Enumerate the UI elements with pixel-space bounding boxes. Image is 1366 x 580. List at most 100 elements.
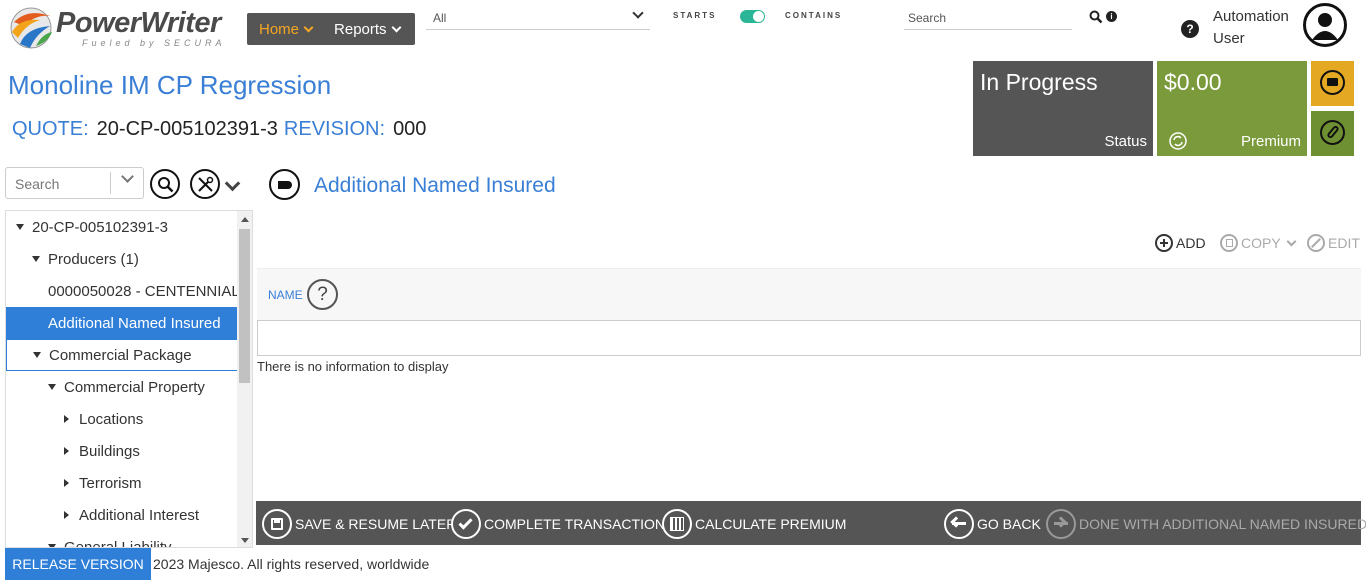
tree-item-label: Producers (1) — [48, 250, 139, 268]
checkmark-icon — [451, 509, 481, 539]
tree-item-label: Buildings — [79, 442, 140, 460]
tree-item-label: Terrorism — [79, 474, 142, 492]
calculate-premium-button[interactable]: CALCULATE PREMIUM — [662, 509, 846, 539]
tools-icon — [198, 176, 214, 192]
complete-transaction-button[interactable]: COMPLETE TRANSACTION — [451, 509, 665, 539]
tree-item-label: 20-CP-005102391-3 — [32, 218, 168, 236]
chevron-down-icon[interactable] — [224, 175, 241, 192]
tree-item-label: Additional Interest — [79, 506, 200, 524]
logo-text: PowerWriter — [56, 7, 221, 39]
tree-item[interactable]: Commercial Property — [6, 371, 238, 403]
premium-label: Premium — [1240, 133, 1301, 150]
release-version-button[interactable]: RELEASE VERSION — [5, 548, 151, 580]
search-scope-select[interactable]: All — [426, 7, 650, 30]
tree-item-label: Additional Named Insured — [48, 314, 221, 332]
grid-filter-row[interactable] — [257, 320, 1361, 356]
tree-item[interactable]: Additional Named Insured — [6, 307, 238, 339]
done-with-section-button[interactable]: DONE WITH ADDITIONAL NAMED INSURED — [1046, 509, 1366, 539]
copyright-text: 2023 Majesco. All rights reserved, world… — [153, 556, 430, 572]
tree-item[interactable]: Locations — [6, 403, 238, 435]
caret-right-icon[interactable] — [64, 415, 69, 423]
page-title: Monoline IM CP Regression — [8, 70, 332, 100]
paperclip-icon — [1320, 120, 1345, 145]
revision-label: REVISION: — [283, 118, 386, 140]
notes-button[interactable] — [1311, 61, 1354, 106]
info-icon[interactable]: i — [1106, 11, 1117, 22]
status-value: In Progress — [980, 69, 1098, 95]
arrow-right-icon — [1046, 509, 1076, 539]
go-back-label: GO BACK — [977, 516, 1041, 532]
copy-button[interactable]: COPY — [1220, 234, 1297, 252]
tree-item-label: Locations — [79, 410, 144, 428]
nav-home-label: Home — [259, 20, 300, 38]
revision-value: 000 — [393, 118, 427, 140]
tree-item[interactable]: Additional Interest — [6, 499, 238, 531]
global-search-placeholder: Search — [908, 11, 947, 25]
chevron-down-icon[interactable] — [121, 170, 134, 183]
starts-contains-toggle[interactable] — [740, 10, 765, 23]
nav-reports[interactable]: Reports — [322, 13, 410, 45]
copy-label: COPY — [1241, 235, 1281, 251]
tree-item[interactable]: Buildings — [6, 435, 238, 467]
tree-item[interactable]: Terrorism — [6, 467, 238, 499]
quote-label: QUOTE: — [12, 118, 89, 140]
quote-value: 20-CP-005102391-3 — [96, 118, 278, 140]
caret-right-icon[interactable] — [64, 447, 69, 455]
help-icon[interactable]: ? — [1181, 20, 1199, 38]
search-icon — [158, 177, 174, 193]
chevron-down-icon — [632, 7, 644, 19]
calculator-icon — [662, 509, 692, 539]
contains-label: CONTAINS — [785, 11, 843, 20]
toggle-knob — [753, 11, 764, 22]
tree-scrollbar[interactable] — [237, 211, 252, 547]
save-resume-later-button[interactable]: SAVE & RESUME LATER — [262, 509, 456, 539]
caret-down-icon[interactable] — [33, 352, 41, 358]
help-icon[interactable]: ? — [307, 279, 338, 310]
logo-globe-icon — [10, 7, 52, 49]
action-bar: SAVE & RESUME LATER COMPLETE TRANSACTION… — [256, 501, 1366, 545]
nav-home[interactable]: Home — [247, 13, 322, 45]
quote-revision-line: QUOTE: 20-CP-005102391-3 REVISION: 000 — [12, 118, 432, 141]
global-search-input[interactable]: Search — [904, 7, 1072, 30]
tree-item[interactable]: Commercial Package — [6, 339, 238, 371]
tree-item-label: 0000050028 - CENTENNIAL — [48, 282, 240, 300]
copy-icon — [1220, 234, 1238, 252]
edit-button[interactable]: EDIT — [1307, 234, 1360, 252]
logo-tagline: Fueled by SECURA — [82, 38, 226, 48]
tree-search-input[interactable]: Search — [5, 167, 144, 199]
refresh-icon[interactable] — [1169, 132, 1187, 150]
user-name[interactable]: Automation User — [1213, 6, 1299, 50]
tree-search-button[interactable] — [150, 169, 180, 199]
caret-down-icon[interactable] — [48, 384, 56, 390]
scroll-up-arrow-icon[interactable] — [241, 217, 249, 222]
calculate-label: CALCULATE PREMIUM — [695, 516, 847, 532]
tree-tools-button[interactable] — [190, 169, 220, 199]
notes-icon — [1320, 70, 1345, 95]
main-nav: Home Reports — [247, 13, 415, 45]
tree-search-placeholder: Search — [15, 176, 60, 192]
tree-item[interactable]: 0000050028 - CENTENNIAL — [6, 275, 240, 307]
pencil-icon — [1307, 234, 1325, 252]
scroll-down-arrow-icon[interactable] — [241, 538, 249, 543]
powerwriter-logo[interactable]: PowerWriter Fueled by SECURA — [6, 4, 238, 52]
chevron-down-icon — [303, 22, 314, 32]
user-avatar-icon[interactable] — [1303, 3, 1347, 47]
tree-item[interactable]: Producers (1) — [6, 243, 238, 275]
premium-value: $0.00 — [1164, 69, 1222, 95]
section-collapse-icon[interactable] — [269, 169, 300, 200]
scroll-thumb[interactable] — [239, 229, 250, 383]
caret-down-icon[interactable] — [16, 224, 24, 230]
caret-right-icon[interactable] — [64, 511, 69, 519]
column-header-name[interactable]: NAME — [268, 288, 303, 302]
tree-item[interactable]: 20-CP-005102391-3 — [6, 211, 238, 243]
go-back-button[interactable]: GO BACK — [944, 509, 1041, 539]
search-icon[interactable] — [1089, 10, 1103, 24]
chevron-down-icon — [391, 22, 401, 32]
caret-right-icon[interactable] — [64, 479, 69, 487]
grid-header: NAME ? — [257, 268, 1361, 320]
attachments-button[interactable] — [1311, 111, 1354, 156]
caret-down-icon[interactable] — [32, 256, 40, 262]
tree-item[interactable]: General Liability — [6, 531, 238, 547]
status-tile: In Progress Status — [973, 61, 1153, 156]
add-button[interactable]: ADD — [1155, 234, 1206, 252]
